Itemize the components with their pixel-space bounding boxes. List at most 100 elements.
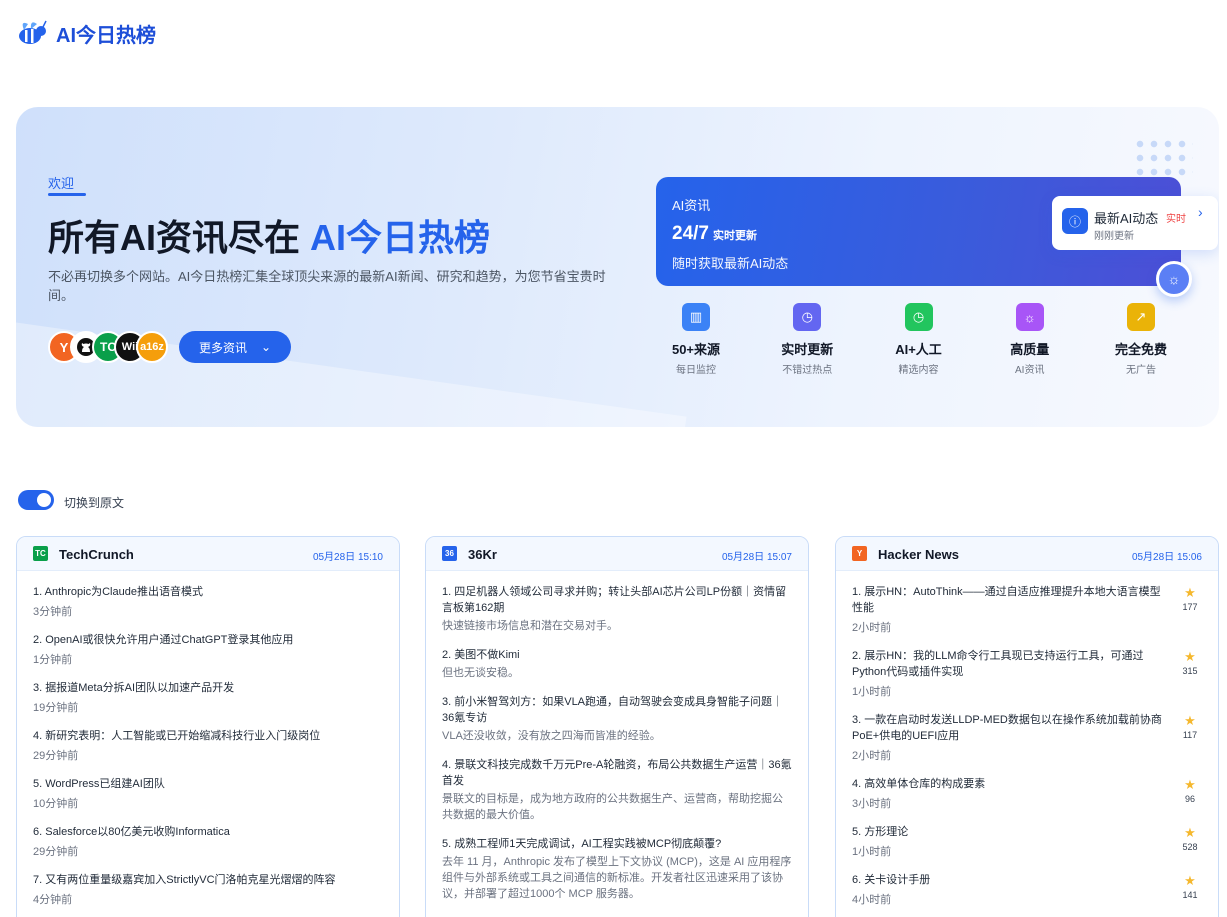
list-item[interactable]: 3. 一款在启动时发送LLDP-MED数据包以在操作系统加载前协商PoE+供电的…	[852, 712, 1202, 763]
list-item[interactable]: 3. 前小米智驾刘方：如果VLA跑通，自动驾驶会变成具身智能子问题｜36氪专访 V…	[442, 694, 792, 744]
item-title[interactable]: 3. 前小米智驾刘方：如果VLA跑通，自动驾驶会变成具身智能子问题｜36氪专访	[442, 694, 792, 726]
item-title[interactable]: 1. 四足机器人领域公司寻求并购；转让头部AI芯片公司LP份额｜资情留言板第16…	[442, 584, 792, 616]
info-icon: ⓘ	[1062, 208, 1088, 234]
item-title[interactable]: 1. 展示HN：AutoThink——通过自适应推理提升本地大语言模型性能	[852, 584, 1202, 616]
a16z-avatar: a16z	[136, 331, 168, 363]
item-title[interactable]: 4. 新研究表明：人工智能或已开始缩减科技行业入门级岗位	[33, 728, 383, 744]
welcome-underline	[48, 193, 86, 196]
feature-list: ▥ 50+来源 每日监控 ◷ 实时更新 不错过热点 ◷ AI+人工 精选内容 ☼…	[656, 303, 1181, 376]
card-title[interactable]: Hacker News	[878, 547, 959, 562]
item-time: 2小时前	[852, 622, 892, 634]
chevron-right-icon[interactable]: ›	[1198, 204, 1203, 220]
trend-icon: ↗	[1127, 303, 1155, 331]
item-time: 1小时前	[852, 846, 892, 858]
feature-item: ▥ 50+来源 每日监控	[656, 303, 736, 376]
bulb-icon: ☼	[1015, 303, 1044, 331]
item-title[interactable]: 5. 方形理论	[852, 824, 1202, 840]
item-time: 1小时前	[852, 686, 892, 698]
list-item[interactable]: 1. 展示HN：AutoThink——通过自适应推理提升本地大语言模型性能 2小时…	[852, 584, 1202, 635]
ai-card-big-suffix: 实时更新	[712, 230, 757, 242]
list-item[interactable]: 1. Anthropic为Claude推出语音模式 3分钟前	[33, 584, 383, 619]
list-item[interactable]: 6. 关卡设计手册 4小时前 ★ 141	[852, 872, 1202, 907]
item-title[interactable]: 5. 成熟工程师1天完成调试，AI工程实践被MCP彻底颠覆?	[442, 836, 792, 852]
feature-sub: 不错过热点	[782, 365, 833, 376]
feature-item: ◷ 实时更新 不错过热点	[767, 303, 847, 376]
card-title[interactable]: TechCrunch	[59, 547, 134, 562]
list-item[interactable]: 3. 据报道Meta分拆AI团队以加速产品开发 19分钟前	[33, 680, 383, 715]
item-summary: 去年 11 月，Anthropic 发布了模型上下文协议 (MCP)，这是 AI…	[442, 856, 792, 900]
list-item[interactable]: 6. Salesforce以80亿美元收购Informatica 29分钟前	[33, 824, 383, 859]
chevron-down-icon: ⌄	[260, 340, 272, 354]
item-time: 19分钟前	[33, 702, 79, 714]
score-badge: ★ 141	[1180, 873, 1200, 901]
item-title[interactable]: 6. 关卡设计手册	[852, 872, 1202, 888]
list-item[interactable]: 4. 景联文科技完成数千万元Pre-A轮融资，布局公共数据生产运营｜36氪首发景…	[442, 757, 792, 823]
score-value: 96	[1184, 794, 1195, 804]
hero-title: 所有AI资讯尽在 AI今日热榜	[48, 209, 490, 261]
item-title[interactable]: 4. 景联文科技完成数千万元Pre-A轮融资，布局公共数据生产运营｜36氪首发	[442, 757, 792, 789]
brand-logo[interactable]: AI今日热榜	[16, 18, 156, 48]
feature-label: 高质量	[1010, 342, 1050, 357]
ai-card-big: 24/7	[672, 223, 709, 244]
item-time: 3分钟前	[33, 606, 73, 618]
item-title[interactable]: 2. 展示HN：我的LLM命令行工具现已支持运行工具，可通过Python代码或插…	[852, 648, 1202, 680]
item-time: 29分钟前	[33, 750, 79, 762]
clock-icon: ◷	[793, 303, 822, 331]
news-card-36kr: 36 36Kr 05月28日 15:07 1. 四足机器人领域公司寻求并购；转让…	[425, 536, 809, 917]
score-badge: ★ 177	[1180, 586, 1200, 613]
card-header: 36 36Kr 05月28日 15:07	[426, 537, 808, 571]
item-title[interactable]: 2. OpenAI或很快允许用户通过ChatGPT登录其他应用	[33, 632, 383, 648]
feature-item: ◷ AI+人工 精选内容	[879, 303, 959, 376]
item-summary: 但也无谈安稳。	[442, 667, 519, 679]
score-value: 315	[1182, 666, 1198, 676]
original-text-toggle[interactable]	[18, 490, 54, 510]
item-title[interactable]: 3. 一款在启动时发送LLDP-MED数据包以在操作系统加载前协商PoE+供电的…	[852, 712, 1202, 744]
score-value: 528	[1182, 842, 1198, 852]
feature-label: 实时更新	[781, 342, 834, 357]
list-item[interactable]: 4. 高效单体仓库的构成要素 3小时前 ★ 96	[852, 776, 1202, 811]
list-item[interactable]: 7. 又有两位重量级嘉宾加入StrictlyVC门洛帕克星光熠熠的阵容 4分钟前	[33, 872, 383, 907]
notification-subtitle: 刚刚更新	[1094, 231, 1134, 242]
list-item[interactable]: 5. 方形理论 1小时前 ★ 528	[852, 824, 1202, 859]
hero-title-highlight: AI今日热榜	[310, 217, 491, 258]
brand-name: AI今日热榜	[56, 24, 156, 47]
item-title[interactable]: 3. 据报道Meta分拆AI团队以加速产品开发	[33, 680, 383, 696]
techcrunch-icon: TC	[33, 546, 48, 561]
score-badge: ★ 117	[1180, 713, 1200, 741]
star-icon: ★	[1184, 873, 1196, 888]
list-item[interactable]: 2. OpenAI或很快允许用户通过ChatGPT登录其他应用 1分钟前	[33, 632, 383, 667]
notification-title: 最新AI动态	[1094, 211, 1159, 226]
item-time: 1分钟前	[33, 654, 73, 666]
list-item[interactable]: 2. 展示HN：我的LLM命令行工具现已支持运行工具，可通过Python代码或插…	[852, 648, 1202, 699]
item-time: 4分钟前	[33, 894, 73, 906]
score-value: 117	[1182, 730, 1198, 740]
ai-card-headline: 24/7 实时更新	[672, 223, 757, 245]
star-icon: ★	[1184, 713, 1196, 728]
feature-sub: AI资讯	[1015, 365, 1045, 376]
hero-description: 不必再切换多个网站。AI今日热榜汇集全球顶尖来源的最新AI新闻、研究和趋势，为您…	[48, 269, 606, 303]
list-item[interactable]: 5. 成熟工程师1天完成调试，AI工程实践被MCP彻底颠覆? 去年 11 月，An…	[442, 836, 792, 902]
card-updated-time: 05月28日 15:10	[312, 552, 383, 563]
chart-icon: ▥	[682, 303, 710, 331]
item-title[interactable]: 4. 高效单体仓库的构成要素	[852, 776, 1202, 792]
card-updated-time: 05月28日 15:06	[1131, 552, 1202, 563]
bee-logo-icon	[19, 20, 47, 44]
feature-label: AI+人工	[895, 342, 942, 357]
list-item[interactable]: 1. 四足机器人领域公司寻求并购；转让头部AI芯片公司LP份额｜资情留言板第16…	[442, 584, 792, 634]
more-news-button[interactable]: 更多资讯 ⌄	[179, 331, 291, 363]
lightbulb-button[interactable]: ☼	[1156, 261, 1192, 297]
source-avatars: Y TC Wii a16z	[48, 331, 168, 363]
item-title[interactable]: 2. 美图不做Kimi	[442, 647, 792, 663]
list-item[interactable]: 4. 新研究表明：人工智能或已开始缩减科技行业入门级岗位 29分钟前	[33, 728, 383, 763]
item-title[interactable]: 6. Salesforce以80亿美元收购Informatica	[33, 824, 383, 840]
item-title[interactable]: 5. WordPress已组建AI团队	[33, 776, 383, 792]
feature-item: ↗ 完全免费 无广告	[1101, 303, 1181, 376]
item-title[interactable]: 1. Anthropic为Claude推出语音模式	[33, 584, 383, 600]
list-item[interactable]: 5. WordPress已组建AI团队 10分钟前	[33, 776, 383, 811]
card-title[interactable]: 36Kr	[468, 547, 497, 562]
latest-ai-notification[interactable]: ⓘ 最新AI动态 实时 刚刚更新 ›	[1052, 196, 1218, 250]
item-title[interactable]: 7. 又有两位重量级嘉宾加入StrictlyVC门洛帕克星光熠熠的阵容	[33, 872, 383, 888]
toggle-label: 切换到原文	[64, 496, 125, 510]
list-item[interactable]: 2. 美图不做Kimi 但也无谈安稳。	[442, 647, 792, 681]
item-summary: VLA还没收敛，没有放之四海而皆准的经验。	[442, 730, 661, 742]
